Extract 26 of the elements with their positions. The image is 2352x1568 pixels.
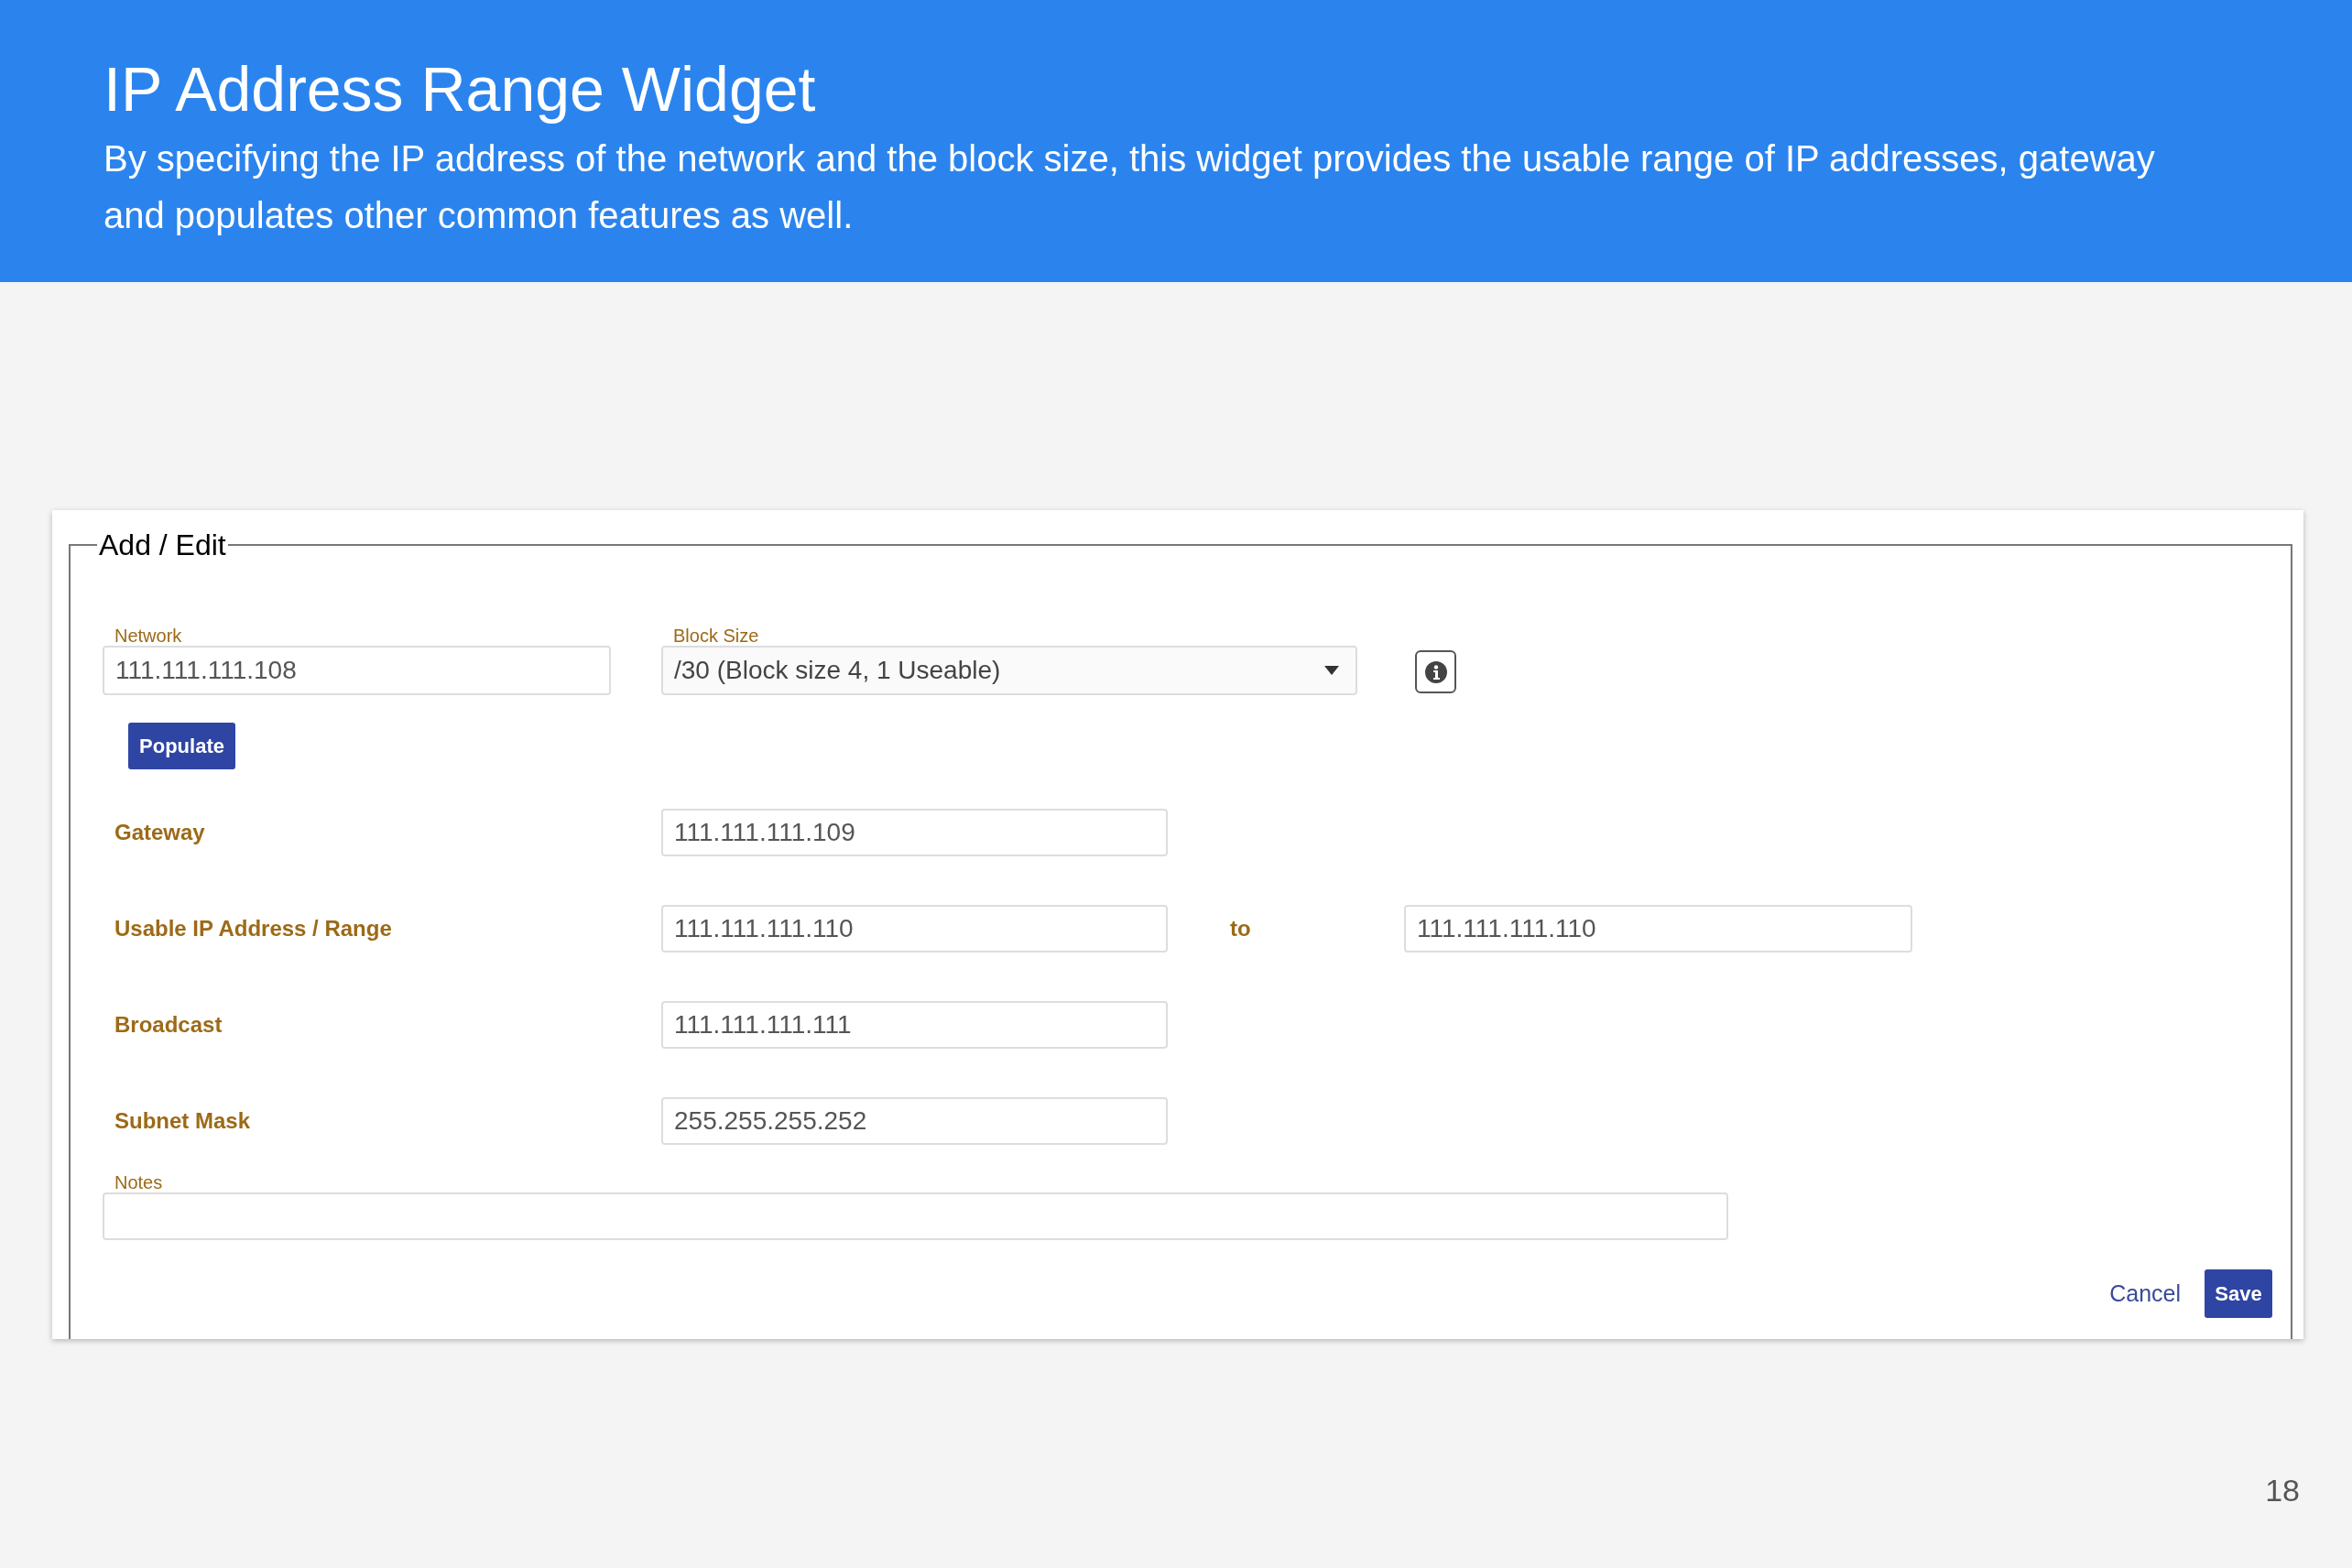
value-input[interactable]: 255.255.255.252 <box>661 1097 1168 1145</box>
cancel-link[interactable]: Cancel <box>2109 1276 2181 1312</box>
caret-icon <box>1324 666 1339 675</box>
block-size-select[interactable]: /30 (Block size 4, 1 Useable) <box>661 646 1357 695</box>
range-end-input[interactable]: 111.111.111.110 <box>1404 905 1912 953</box>
row-label: Usable IP Address / Range <box>114 915 393 942</box>
network-input[interactable]: 111.111.111.108 <box>103 646 611 695</box>
notes-input[interactable] <box>103 1192 1728 1240</box>
value-input[interactable]: 111.111.111.109 <box>661 809 1168 856</box>
info-button[interactable] <box>1415 650 1456 693</box>
page-number: 18 <box>2265 1472 2300 1509</box>
fieldset-legend: Add / Edit <box>97 523 228 567</box>
slide-title: IP Address Range Widget <box>103 53 817 125</box>
row-label: Subnet Mask <box>114 1107 252 1135</box>
field-label: Block Size <box>673 626 760 646</box>
field-label: Network <box>114 626 183 646</box>
value-input[interactable]: 111.111.111.111 <box>661 1001 1168 1049</box>
populate-button[interactable]: Populate <box>128 723 235 769</box>
row-label: Gateway <box>114 819 206 846</box>
save-button[interactable]: Save <box>2205 1269 2272 1318</box>
info-icon <box>1423 659 1448 684</box>
row-label: Broadcast <box>114 1011 223 1039</box>
value-input[interactable]: 111.111.111.110 <box>661 905 1168 953</box>
field-label: Notes <box>114 1172 164 1192</box>
to-label: to <box>1230 915 1252 942</box>
slide-subtitle: By specifying the IP address of the network and the block size, this widget provides the usable range of IP addresses, gateway and populates other common features as well. <box>103 137 2156 237</box>
